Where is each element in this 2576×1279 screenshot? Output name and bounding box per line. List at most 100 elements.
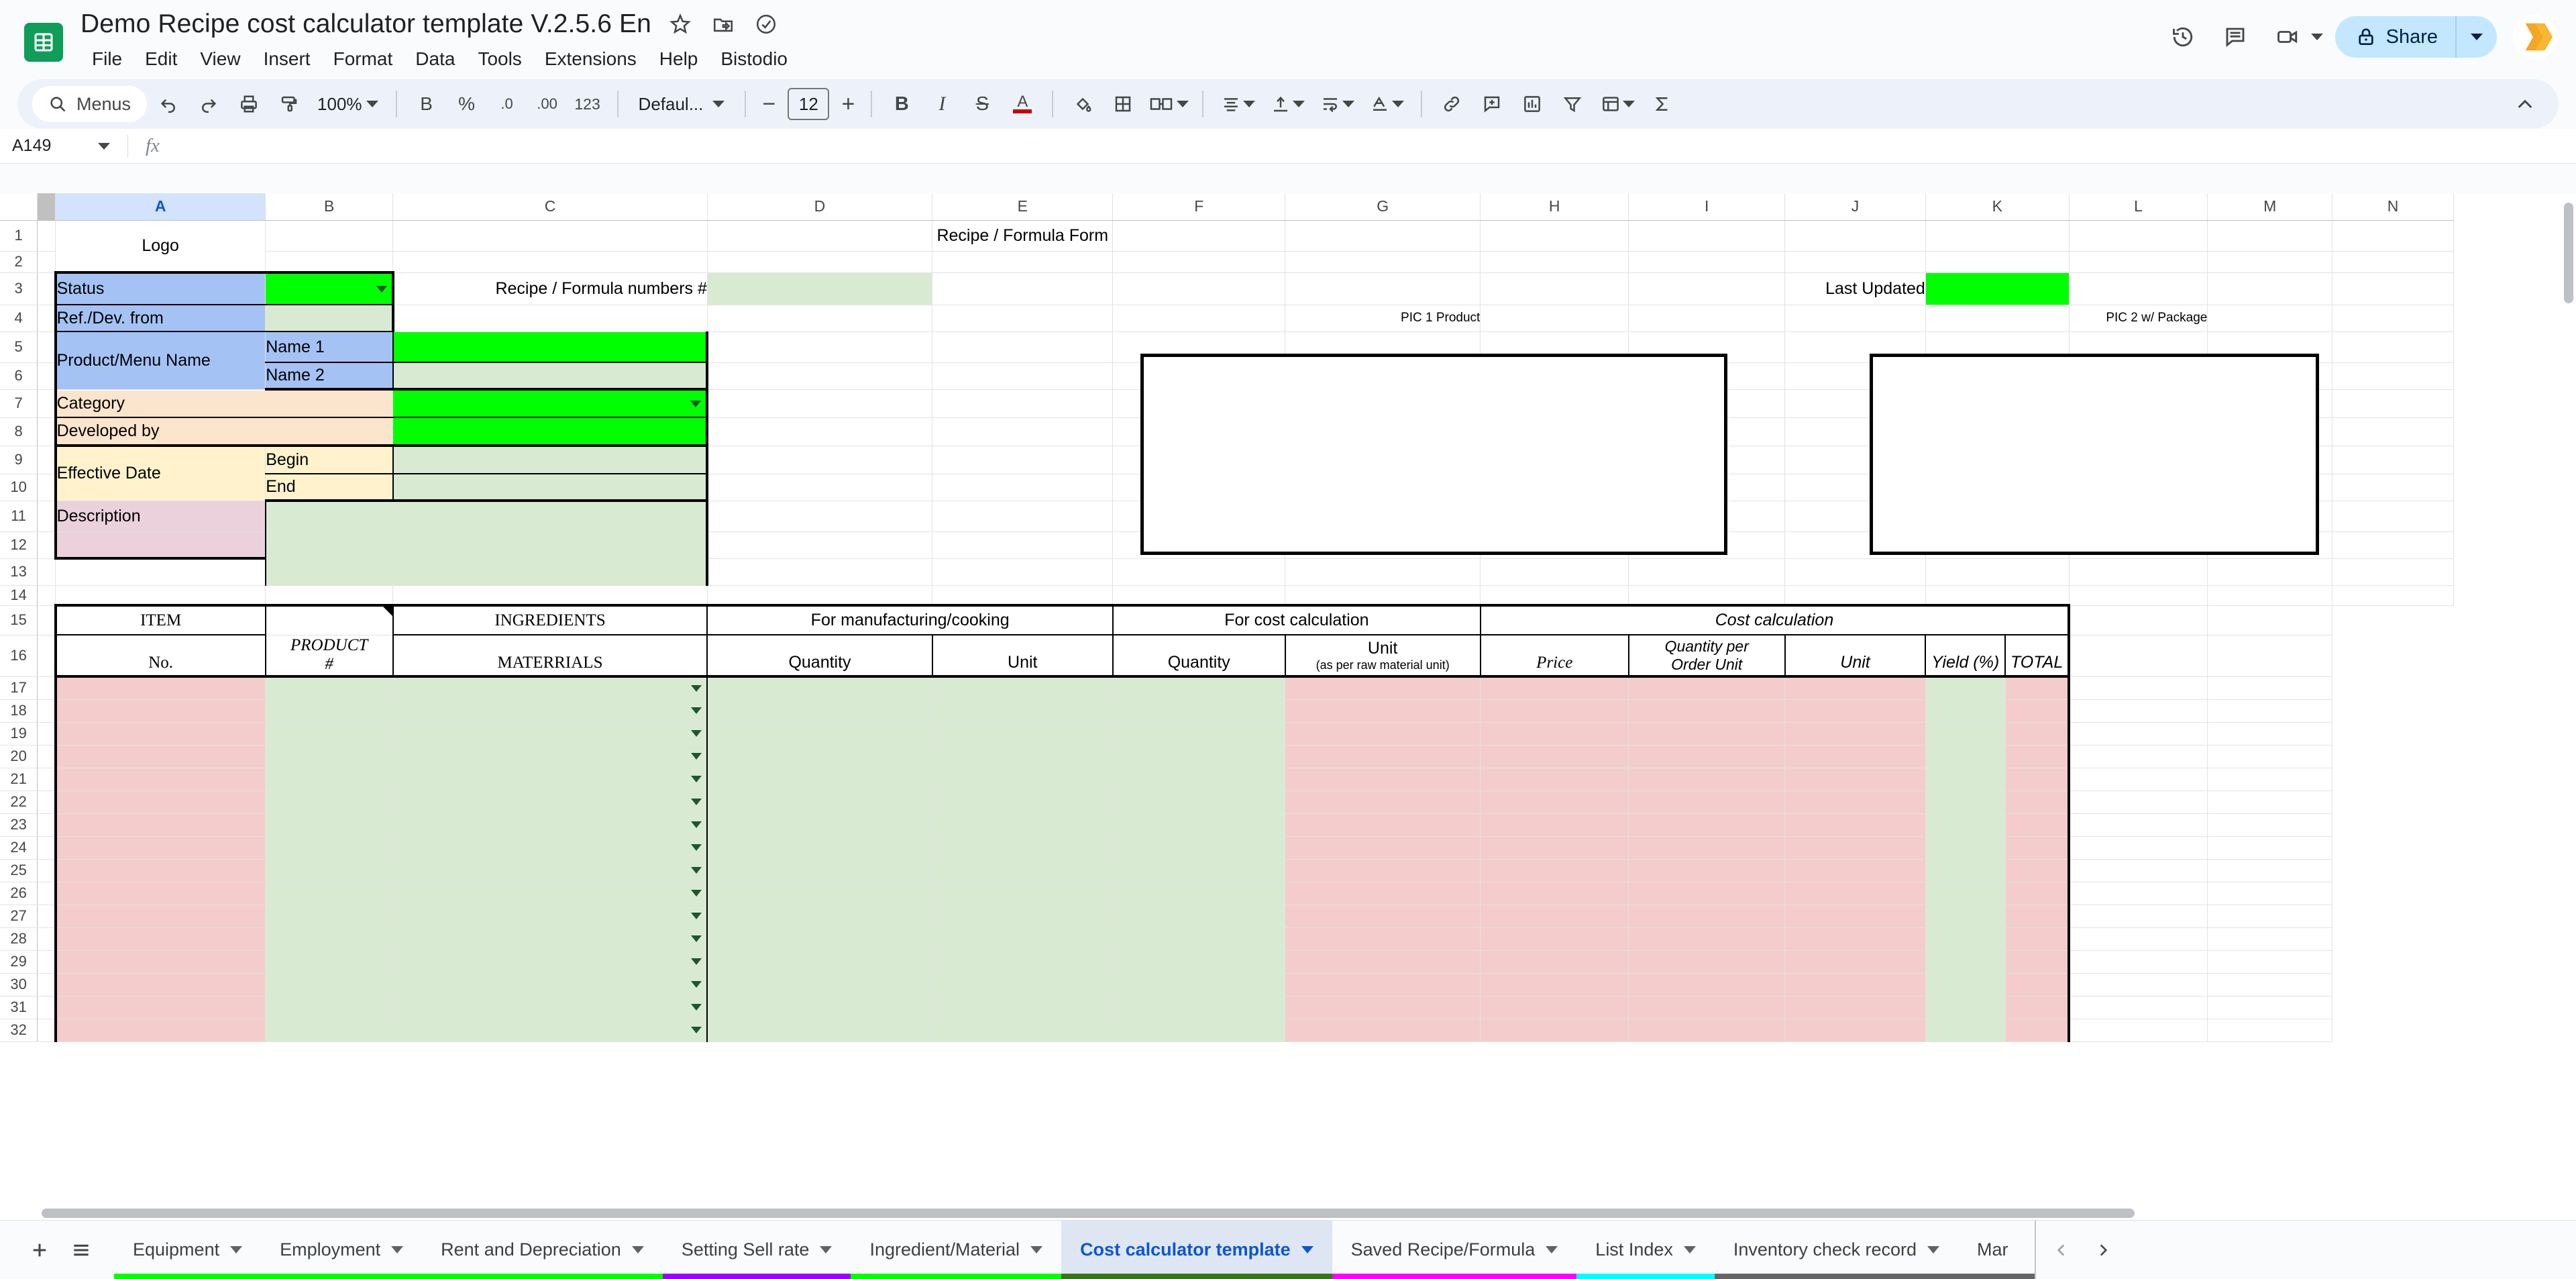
- cell-K1[interactable]: [1925, 220, 2070, 252]
- data-cell-qty-mfg[interactable]: [707, 699, 933, 723]
- data-cell-unit-mfg[interactable]: [932, 745, 1114, 768]
- cell-N[interactable]: [2207, 676, 2333, 700]
- row-header-16[interactable]: 16: [0, 635, 38, 677]
- data-cell-yield[interactable]: [1925, 745, 2006, 768]
- increase-decimal-button[interactable]: .00: [529, 85, 566, 123]
- data-cell-materials[interactable]: [392, 927, 708, 951]
- cell-H2[interactable]: [1480, 251, 1629, 273]
- zoom-control[interactable]: 100%: [311, 94, 385, 115]
- data-cell-qty-order[interactable]: [1628, 882, 1786, 905]
- data-cell-qty-mfg[interactable]: [707, 722, 933, 746]
- data-cell-price[interactable]: [1480, 790, 1629, 814]
- data-cell-total[interactable]: [2005, 813, 2071, 837]
- data-cell-unit-cost[interactable]: [1285, 927, 1481, 951]
- data-cell-qty-cost[interactable]: [1112, 996, 1286, 1019]
- data-cell-qty-order[interactable]: [1628, 1019, 1786, 1042]
- data-cell-unit-calc[interactable]: [1784, 927, 1926, 951]
- data-cell-no[interactable]: [54, 950, 266, 974]
- header-col-product[interactable]: PRODUCT #: [265, 635, 394, 678]
- data-cell-qty-mfg[interactable]: [707, 1019, 933, 1042]
- cell-reference-input[interactable]: A149: [12, 136, 86, 156]
- sheet-tab-setting-sell-rate[interactable]: Setting Sell rate: [662, 1221, 851, 1279]
- cell-M14[interactable]: [2207, 585, 2333, 606]
- cell-I13[interactable]: [1628, 558, 1786, 586]
- row-header-6[interactable]: 6: [0, 362, 38, 390]
- header-col-quantity-mfg[interactable]: Quantity: [707, 635, 933, 678]
- cell-G13[interactable]: [1285, 558, 1481, 586]
- chevron-down-icon[interactable]: [1301, 1246, 1313, 1254]
- cell-G3[interactable]: [1285, 272, 1481, 305]
- cell-form-title[interactable]: Recipe / Formula Form: [932, 220, 1114, 252]
- data-cell-price[interactable]: [1480, 745, 1629, 768]
- cell-N[interactable]: [2207, 790, 2333, 814]
- cell-G14[interactable]: [1285, 585, 1481, 606]
- cell-N[interactable]: [2207, 905, 2333, 928]
- cell-developed-by-value[interactable]: [392, 417, 709, 447]
- data-cell-no[interactable]: [54, 813, 266, 837]
- text-wrap-icon[interactable]: [1313, 85, 1360, 123]
- data-cell-total[interactable]: [2005, 927, 2071, 951]
- row-header-12[interactable]: 12: [0, 531, 38, 559]
- row-header-3[interactable]: 3: [0, 272, 38, 305]
- row-header-8[interactable]: 8: [0, 417, 38, 446]
- cell-logo[interactable]: Logo: [55, 220, 266, 273]
- cell-end-value[interactable]: [392, 474, 709, 502]
- cell-I2[interactable]: [1628, 251, 1786, 273]
- font-size-decrease-button[interactable]: −: [757, 91, 781, 117]
- row-header-32[interactable]: 32: [0, 1019, 38, 1042]
- cell-D4[interactable]: [707, 305, 933, 332]
- cell-last-updated-value[interactable]: [1925, 272, 2070, 305]
- col-header-K[interactable]: K: [1925, 193, 2070, 221]
- sheet-tab-rent-and-depreciation[interactable]: Rent and Depreciation: [422, 1221, 663, 1279]
- cell-L2[interactable]: [2069, 251, 2208, 273]
- data-cell-qty-cost[interactable]: [1112, 927, 1286, 951]
- share-button[interactable]: Share: [2334, 16, 2455, 58]
- data-cell-product[interactable]: [265, 745, 394, 768]
- chevron-down-icon[interactable]: [691, 753, 702, 760]
- menu-file[interactable]: File: [80, 44, 133, 74]
- font-size-input[interactable]: 12: [788, 88, 830, 120]
- data-cell-qty-order[interactable]: [1628, 722, 1786, 746]
- data-cell-no[interactable]: [54, 1019, 266, 1042]
- data-cell-product[interactable]: [265, 1019, 394, 1042]
- chevron-down-icon[interactable]: [691, 935, 702, 942]
- data-cell-qty-mfg[interactable]: [707, 905, 933, 928]
- cell-M[interactable]: [2069, 950, 2208, 974]
- data-cell-no[interactable]: [54, 882, 266, 905]
- cell-M[interactable]: [2069, 699, 2208, 723]
- header-group-manufacturing[interactable]: For manufacturing/cooking: [707, 604, 1114, 635]
- cell-C4[interactable]: [392, 305, 708, 332]
- data-cell-materials[interactable]: [392, 1019, 708, 1042]
- cell-I3[interactable]: [1628, 272, 1786, 305]
- data-cell-product[interactable]: [265, 859, 394, 882]
- menu-edit[interactable]: Edit: [133, 44, 189, 74]
- chevron-down-icon[interactable]: [631, 1246, 644, 1254]
- cell-N14[interactable]: [2332, 585, 2455, 606]
- menu-help[interactable]: Help: [648, 44, 710, 74]
- vertical-scrollbar[interactable]: [2561, 193, 2576, 1193]
- font-size-stepper[interactable]: − 12 +: [757, 88, 860, 120]
- italic-button[interactable]: I: [923, 85, 961, 123]
- search-menus-button[interactable]: Menus: [32, 86, 148, 122]
- cell-M[interactable]: [2069, 836, 2208, 860]
- cell-A13[interactable]: [55, 558, 266, 586]
- data-cell-materials[interactable]: [392, 836, 708, 860]
- cell-last-updated-label[interactable]: Last Updated: [1784, 272, 1926, 305]
- header-group-cost-calculation[interactable]: Cost calculation: [1480, 604, 2071, 635]
- col-header-M[interactable]: M: [2207, 193, 2333, 221]
- chevron-down-icon[interactable]: [1683, 1246, 1696, 1254]
- sigma-icon[interactable]: [1644, 85, 1681, 123]
- header-product-topcell[interactable]: [265, 604, 394, 635]
- redo-icon[interactable]: [190, 85, 227, 123]
- borders-icon[interactable]: [1104, 85, 1142, 123]
- row-header-28[interactable]: 28: [0, 927, 38, 951]
- row-header-19[interactable]: 19: [0, 722, 38, 746]
- cell-E13[interactable]: [932, 558, 1114, 586]
- cell-N[interactable]: [2207, 927, 2333, 951]
- data-cell-unit-mfg[interactable]: [932, 699, 1114, 723]
- cell-ref-dev-label[interactable]: Ref./Dev. from: [54, 305, 266, 332]
- cell-N15[interactable]: [2207, 605, 2333, 635]
- insert-comment-icon[interactable]: [1473, 85, 1511, 123]
- cell-product-menu-label[interactable]: Product/Menu Name: [54, 331, 266, 390]
- row-header-27[interactable]: 27: [0, 905, 38, 928]
